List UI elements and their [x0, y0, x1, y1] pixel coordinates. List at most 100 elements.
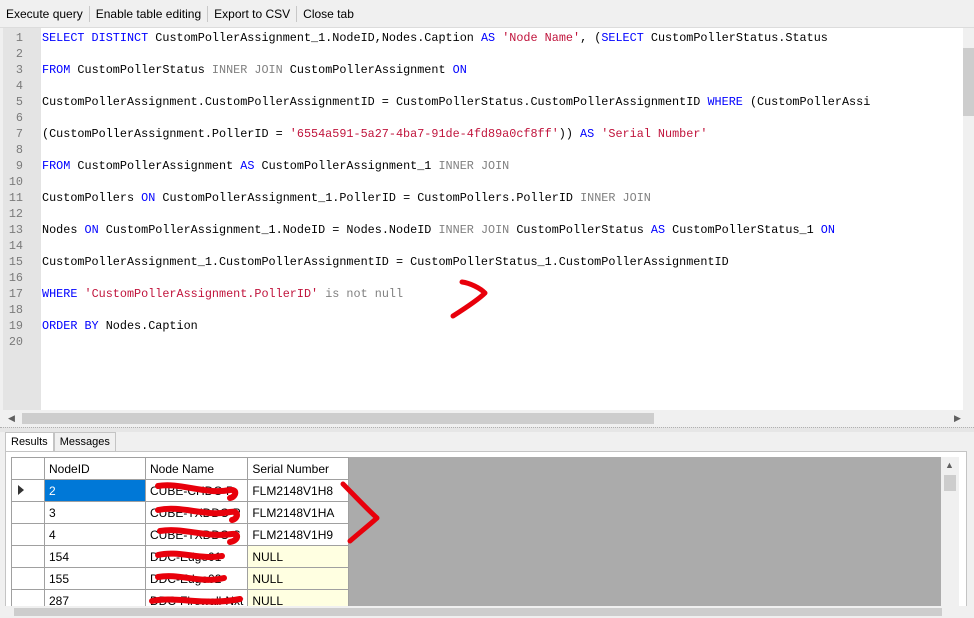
code-token: 'CustomPollerAssignment.PollerID': [84, 287, 319, 301]
code-token: AS: [580, 127, 602, 141]
line-number: 6: [15, 111, 23, 125]
grid-horizontal-scrollbar[interactable]: [0, 606, 974, 618]
code-token: WHERE: [707, 95, 750, 109]
node-name-cell[interactable]: CUBE-TXDDC-S: [144, 523, 249, 546]
row-header[interactable]: [11, 589, 45, 606]
code-line: (CustomPollerAssignment.PollerID = '6554…: [42, 126, 708, 142]
nodeid-cell[interactable]: 155: [44, 567, 146, 590]
line-number: 7: [15, 127, 23, 141]
node-name-cell[interactable]: DDC-Edge01: [144, 545, 249, 568]
editor-horizontal-scrollbar[interactable]: ◀ ▶: [3, 410, 974, 427]
table-row[interactable]: 4 CUBE-TXDDC-S FLM2148V1H9: [11, 523, 350, 546]
line-number: 17: [8, 287, 23, 301]
code-line: CustomPollerAssignment_1.CustomPollerAss…: [42, 254, 729, 270]
editor-horizontal-scroll-thumb[interactable]: [22, 413, 654, 424]
serial-number-cell[interactable]: FLM2148V1H8: [247, 479, 350, 502]
serial-number-cell[interactable]: NULL: [247, 545, 350, 568]
scroll-left-icon[interactable]: ◀: [8, 410, 15, 427]
serial-number-cell[interactable]: FLM2148V1H9: [247, 523, 350, 546]
code-line: FROM CustomPollerStatus INNER JOIN Custo…: [42, 62, 467, 78]
close-tab-button[interactable]: Close tab: [297, 4, 360, 24]
code-line: WHERE 'CustomPollerAssignment.PollerID' …: [42, 286, 403, 302]
tab-messages[interactable]: Messages: [53, 432, 116, 453]
result-tabs: Results Messages: [5, 432, 116, 454]
code-token: INNER JOIN: [438, 159, 510, 173]
node-name-cell[interactable]: CUBE-TXDDC-P: [144, 501, 249, 524]
node-name-cell[interactable]: DDC-Firewall-Nxt: [144, 589, 249, 606]
pane-splitter[interactable]: [0, 427, 974, 432]
column-header-node-name[interactable]: Node Name: [144, 457, 249, 480]
table-row[interactable]: 3 CUBE-TXDDC-P FLM2148V1HA: [11, 501, 350, 524]
line-number: 15: [8, 255, 23, 269]
code-token: CustomPollerStatus: [516, 223, 651, 237]
grid-vertical-scroll-thumb[interactable]: [944, 475, 956, 491]
line-number: 14: [8, 239, 23, 253]
serial-number-cell[interactable]: NULL: [247, 567, 350, 590]
code-line: ORDER BY Nodes.Caption: [42, 318, 198, 334]
nodeid-cell[interactable]: 4: [44, 523, 146, 546]
code-token: SELECT: [601, 31, 651, 45]
scroll-right-icon[interactable]: ▶: [954, 410, 961, 427]
header-row: NodeID Node Name Serial Number: [11, 457, 350, 480]
enable-table-editing-button[interactable]: Enable table editing: [90, 4, 207, 24]
code-token: AS: [650, 223, 673, 237]
line-number: 18: [8, 303, 23, 317]
code-token: '6554a591-5a27-4ba7-91de-4fd89a0cf8ff': [289, 127, 559, 141]
code-line: CustomPollerAssignment.CustomPollerAssig…: [42, 94, 870, 110]
export-to-csv-button[interactable]: Export to CSV: [208, 4, 296, 24]
table-row[interactable]: 287 DDC-Firewall-Nxt NULL: [11, 589, 350, 606]
results-grid[interactable]: NodeID Node Name Serial Number 2 CUBE-CH…: [11, 457, 941, 606]
node-name-cell[interactable]: DDC-Edge02: [144, 567, 249, 590]
serial-number-cell[interactable]: FLM2148V1HA: [247, 501, 350, 524]
grid-horizontal-scroll-thumb[interactable]: [14, 608, 942, 616]
row-header[interactable]: [11, 567, 45, 590]
execute-query-button[interactable]: Execute query: [0, 4, 89, 24]
code-line: SELECT DISTINCT CustomPollerAssignment_1…: [42, 30, 828, 46]
code-token: INNER JOIN: [438, 223, 517, 237]
row-header[interactable]: [11, 479, 45, 502]
nodeid-cell[interactable]: 154: [44, 545, 146, 568]
row-header[interactable]: [11, 523, 45, 546]
table-row[interactable]: 154 DDC-Edge01 NULL: [11, 545, 350, 568]
code-token: INNER JOIN: [211, 63, 290, 77]
code-line: Nodes ON CustomPollerAssignment_1.NodeID…: [42, 222, 835, 238]
column-header-nodeid[interactable]: NodeID: [44, 457, 146, 480]
line-number: 10: [8, 175, 23, 189]
table-row[interactable]: 155 DDC-Edge02 NULL: [11, 567, 350, 590]
code-token: CustomPollerAssignment_1.PollerID = Cust…: [162, 191, 581, 205]
scroll-up-icon[interactable]: ▲: [945, 457, 954, 474]
code-token: CustomPollerAssignment_1.NodeID,Nodes.Ca…: [155, 31, 481, 45]
table-row[interactable]: 2 CUBE-CHDC-P FLM2148V1H8: [11, 479, 350, 502]
sql-editor[interactable]: 1 SELECT DISTINCT CustomPollerAssignment_…: [3, 28, 963, 410]
code-token: WHERE: [42, 287, 85, 301]
line-number: 20: [8, 335, 23, 349]
nodeid-cell[interactable]: 3: [44, 501, 146, 524]
node-name-cell[interactable]: CUBE-CHDC-P: [144, 479, 249, 502]
row-header-corner[interactable]: [11, 457, 45, 480]
line-number: 4: [15, 79, 23, 93]
code-token: (CustomPollerAssi: [749, 95, 871, 109]
code-token: 'Node Name': [502, 31, 581, 45]
nodeid-cell[interactable]: 287: [44, 589, 146, 606]
editor-vertical-scrollbar[interactable]: [963, 28, 974, 410]
code-token: CustomPollers: [42, 191, 142, 205]
line-number: 11: [8, 191, 23, 205]
code-token: Nodes.Caption: [105, 319, 198, 333]
editor-vertical-scroll-thumb[interactable]: [963, 48, 974, 116]
grid-vertical-scrollbar[interactable]: ▲: [941, 457, 959, 606]
query-toolbar: Execute query Enable table editing Expor…: [0, 0, 974, 28]
nodeid-cell[interactable]: 2: [44, 479, 146, 502]
code-line: FROM CustomPollerAssignment AS CustomPol…: [42, 158, 509, 174]
code-token: ON: [141, 191, 163, 205]
code-token: ORDER BY: [42, 319, 106, 333]
row-header[interactable]: [11, 545, 45, 568]
row-header[interactable]: [11, 501, 45, 524]
column-header-serial-number[interactable]: Serial Number: [247, 457, 350, 480]
serial-number-cell[interactable]: NULL: [247, 589, 350, 606]
code-token: (CustomPollerAssignment.PollerID =: [42, 127, 290, 141]
code-token: ON: [84, 223, 106, 237]
code-token: ON: [452, 63, 467, 77]
line-number: 2: [15, 47, 23, 61]
code-token: AS: [480, 31, 503, 45]
code-token: )): [558, 127, 581, 141]
